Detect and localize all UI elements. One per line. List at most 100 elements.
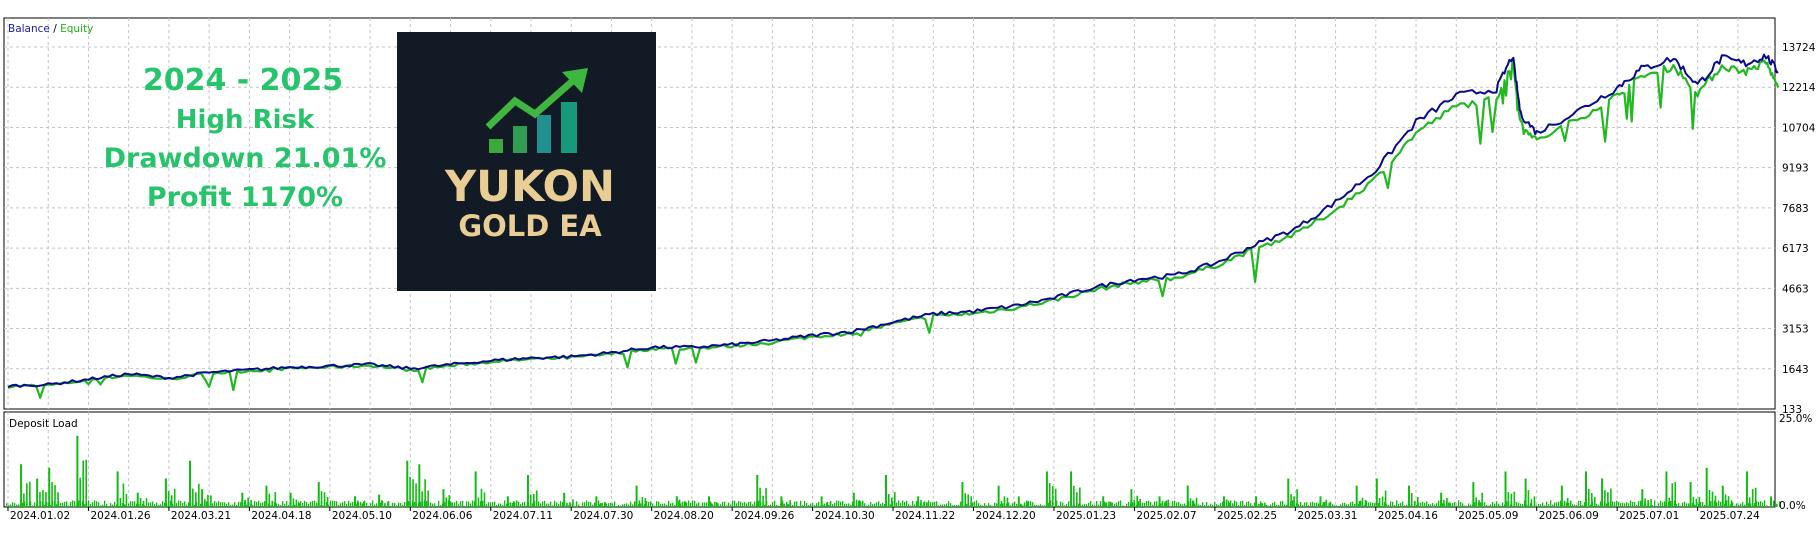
- deposit-load-spike: [1102, 496, 1105, 507]
- deposit-load-bar: [908, 504, 910, 507]
- deposit-load-bar: [381, 500, 383, 507]
- deposit-load-bar: [412, 479, 414, 507]
- deposit-load-bar: [1014, 501, 1016, 507]
- deposit-load-bar: [1105, 502, 1107, 507]
- x-tick-label: 2024.01.26: [90, 510, 150, 522]
- deposit-load-bar: [1240, 501, 1242, 507]
- deposit-load-bar: [894, 492, 896, 507]
- deposit-load-bar: [1449, 502, 1451, 507]
- deposit-load-bar: [748, 501, 750, 507]
- deposit-load-bar: [110, 503, 112, 507]
- deposit-load-bar: [1486, 505, 1488, 507]
- deposit-load-bar: [1290, 494, 1292, 507]
- deposit-load-bar: [488, 502, 490, 507]
- deposit-load-bar: [778, 505, 780, 507]
- deposit-load-bar: [650, 501, 652, 507]
- deposit-load-bar: [1587, 488, 1590, 507]
- deposit-load-spike: [136, 492, 139, 507]
- deposit-load-bar: [1006, 497, 1009, 507]
- deposit-load-bar: [432, 503, 434, 507]
- deposit-load-bar: [1261, 503, 1263, 507]
- deposit-load-bar: [1424, 502, 1426, 507]
- deposit-load-bar: [434, 503, 436, 507]
- deposit-load-bar: [1314, 502, 1316, 507]
- deposit-load-bar: [1126, 503, 1128, 507]
- deposit-load-bar: [1244, 505, 1246, 507]
- deposit-load-bar: [640, 503, 642, 507]
- deposit-load-bar: [970, 496, 973, 507]
- deposit-load-bar: [312, 501, 314, 507]
- deposit-load-bar: [840, 501, 842, 507]
- deposit-load-bar: [1530, 499, 1533, 507]
- deposit-load-spike: [289, 492, 292, 507]
- deposit-load-bar: [632, 504, 634, 507]
- deposit-load-bar: [1652, 505, 1654, 507]
- deposit-load-bar: [888, 494, 890, 507]
- deposit-load-bar: [1336, 505, 1338, 507]
- deposit-load-bar: [128, 503, 130, 507]
- deposit-load-bar: [878, 501, 880, 507]
- deposit-load-bar: [1378, 497, 1381, 507]
- deposit-load-bar: [466, 501, 468, 507]
- deposit-load-bar: [366, 503, 368, 507]
- deposit-load-bar: [1410, 493, 1413, 507]
- deposit-load-bar: [920, 499, 922, 507]
- deposit-load-bar: [648, 501, 650, 507]
- deposit-load-bar: [826, 501, 829, 507]
- deposit-load-spike: [595, 496, 598, 507]
- deposit-load-bar: [1142, 502, 1144, 507]
- deposit-load-bar: [1388, 504, 1390, 507]
- deposit-load-bar: [912, 500, 914, 507]
- deposit-load-bar: [1614, 501, 1616, 507]
- deposit-load-bar: [387, 501, 389, 507]
- deposit-load-bar: [436, 505, 438, 507]
- deposit-load-bar: [1270, 504, 1272, 507]
- deposit-load-bar: [798, 505, 800, 507]
- deposit-load-bar: [1522, 504, 1524, 507]
- deposit-load-bar: [421, 491, 423, 507]
- deposit-load-bar: [1036, 505, 1038, 507]
- deposit-load-bar: [601, 502, 603, 507]
- deposit-load-bar: [986, 505, 988, 507]
- deposit-load-bar: [1475, 497, 1477, 507]
- deposit-load-bar: [765, 488, 767, 507]
- deposit-load-bar: [85, 459, 87, 507]
- deposit-load-bar: [1073, 485, 1075, 507]
- deposit-load-bar: [1698, 497, 1701, 507]
- deposit-load-bar: [1590, 493, 1593, 507]
- deposit-load-spike: [1440, 492, 1443, 507]
- deposit-load-bar: [764, 504, 766, 507]
- deposit-load-bar: [79, 477, 81, 507]
- deposit-load-bar: [54, 485, 56, 507]
- deposit-load-bar: [1420, 502, 1422, 507]
- deposit-load-bar: [173, 488, 176, 507]
- deposit-load-bar: [1064, 505, 1066, 507]
- deposit-load-bar: [228, 502, 230, 507]
- deposit-load-spike: [1745, 471, 1748, 507]
- deposit-load-bar: [836, 500, 838, 507]
- deposit-load-bar: [672, 502, 674, 507]
- deposit-load-bar: [1714, 495, 1717, 507]
- deposit-load-bar: [500, 503, 502, 507]
- deposit-load-bar: [334, 500, 336, 507]
- deposit-load-bar: [8, 505, 10, 507]
- deposit-load-bar: [698, 502, 700, 507]
- deposit-load-spike: [442, 489, 445, 507]
- deposit-load-bar: [195, 492, 197, 507]
- deposit-load-bar: [1654, 500, 1656, 507]
- deposit-load-bar: [323, 492, 326, 507]
- deposit-load-bar: [588, 501, 590, 507]
- deposit-load-bar: [88, 500, 90, 507]
- deposit-load-spike: [353, 496, 356, 507]
- deposit-load-bar: [1442, 503, 1444, 507]
- deposit-load-bar: [996, 503, 998, 507]
- deposit-load-bar: [1480, 502, 1482, 507]
- deposit-load-bar: [942, 504, 944, 507]
- deposit-load-bar: [762, 495, 764, 507]
- x-tick-label: 2025.02.07: [1136, 510, 1196, 522]
- y-tick-label: 4663: [1782, 283, 1809, 295]
- x-tick-label: 2025.03.31: [1297, 510, 1357, 522]
- deposit-load-bar: [1708, 490, 1711, 507]
- deposit-load-bar: [958, 504, 960, 507]
- deposit-load-bar: [1582, 504, 1584, 507]
